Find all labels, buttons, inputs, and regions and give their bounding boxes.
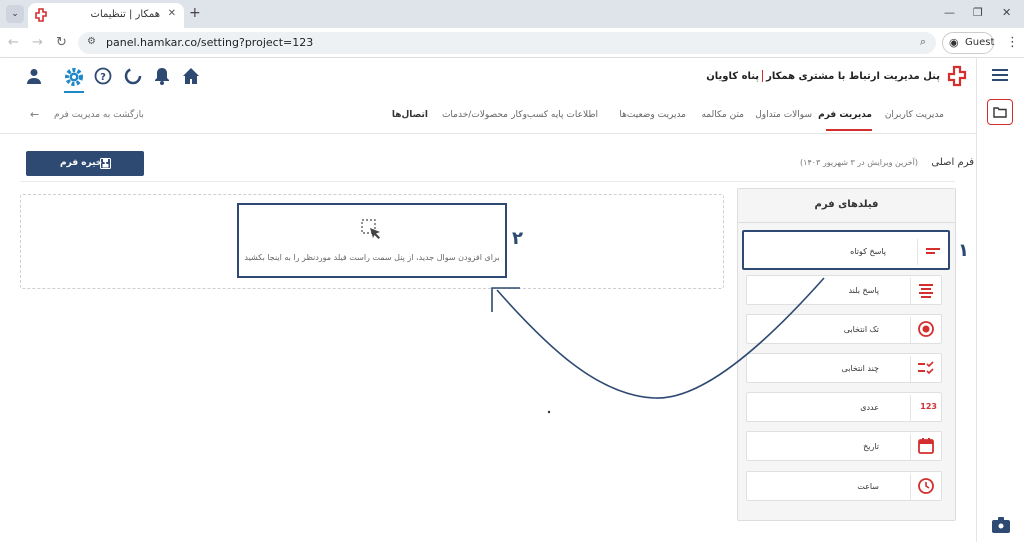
brand-title: پنل مدیریت ارتباط با مشتری همکار پناه کاو… [706, 70, 940, 82]
site-info-icon[interactable]: ⚙ [87, 36, 96, 47]
browser-tab[interactable]: همکار | تنظیمات ✕ [28, 3, 184, 28]
profile-icon: ◉ [949, 36, 959, 49]
field-short-answer[interactable]: پاسخ کوتاه [742, 230, 950, 270]
panel-title: فیلدهای فرم [814, 199, 879, 210]
close-window-icon[interactable]: ✕ [1002, 6, 1011, 19]
zoom-icon[interactable]: ⌕ [920, 35, 926, 49]
user-icon[interactable] [25, 67, 43, 85]
field-label: پاسخ بلند [848, 286, 879, 295]
svg-text:?: ? [100, 72, 106, 83]
bell-icon[interactable] [154, 67, 170, 85]
brand-title-text: پنل مدیریت ارتباط با مشتری همکار [766, 71, 940, 82]
close-tab-icon[interactable]: ✕ [168, 8, 176, 19]
tab-title: همکار | تنظیمات [90, 9, 160, 20]
minimize-icon[interactable]: — [944, 6, 955, 19]
reload-icon[interactable]: ↻ [56, 35, 67, 50]
field-separator [910, 278, 911, 304]
field-label: پاسخ کوتاه [850, 247, 886, 256]
tab-search-button[interactable]: ⌄ [6, 5, 24, 23]
browser-menu-icon[interactable]: ⋮ [1006, 35, 1019, 50]
field-multi-choice[interactable]: چند انتخابی [746, 353, 942, 383]
help-icon[interactable]: ? [94, 67, 112, 85]
settings-subnav: مدیریت کاربران مدیریت فرم سوالات متداول … [0, 96, 976, 134]
field-long-answer[interactable]: پاسخ بلند [746, 275, 942, 305]
calendar-icon [918, 438, 934, 454]
right-sidebar [976, 58, 1024, 542]
field-separator [910, 317, 911, 343]
field-number[interactable]: عددی 123 [746, 392, 942, 422]
guest-label: Guest [965, 37, 995, 48]
brand-separator [762, 70, 764, 82]
tab-business-info[interactable]: اطلاعات پایه کسب‌وکار [511, 110, 598, 120]
tab-call-script[interactable]: متن مکالمه [701, 110, 744, 120]
radio-icon [918, 321, 934, 337]
clock-icon [918, 478, 934, 494]
tab-products-services[interactable]: محصولات/خدمات [442, 110, 508, 120]
back-link[interactable]: بازگشت به مدیریت فرم [54, 110, 144, 120]
badge-id-icon[interactable] [991, 516, 1011, 534]
brand-company: پناه کاویان [706, 71, 760, 82]
new-tab-icon[interactable]: + [189, 5, 201, 21]
tab-status-management[interactable]: مدیریت وضعیت‌ها [619, 110, 686, 120]
annotation-step-2: ۲ [512, 228, 523, 249]
save-form-button[interactable]: ذخیره فرم [26, 151, 144, 176]
tab-form-management[interactable]: مدیریت فرم [818, 110, 872, 120]
field-single-choice[interactable]: تک انتخابی [746, 314, 942, 344]
home-icon[interactable] [182, 67, 200, 85]
field-separator [910, 474, 911, 500]
field-label: عددی [860, 403, 879, 412]
number-icon: 123 [920, 402, 937, 411]
address-bar: ← → ↻ ⚙ panel.hamkar.co/setting?project=… [0, 28, 1024, 58]
last-edit-text: (آخرین ویرایش در ۳ شهریور ۱۴۰۳) [800, 158, 918, 167]
guest-profile-button[interactable]: ◉ Guest [942, 32, 994, 54]
folder-icon [993, 107, 1007, 118]
browser-tab-strip: ⌄ همکار | تنظیمات ✕ + — ❐ ✕ [0, 0, 1024, 28]
maximize-icon[interactable]: ❐ [973, 6, 983, 19]
field-label: چند انتخابی [841, 364, 879, 373]
field-separator [910, 395, 911, 421]
floppy-disk-icon [100, 158, 111, 169]
field-date[interactable]: تاریخ [746, 431, 942, 461]
field-label: تک انتخابی [843, 325, 879, 334]
url-input[interactable]: ⚙ panel.hamkar.co/setting?project=123 ⌕ [78, 32, 936, 54]
url-text: panel.hamkar.co/setting?project=123 [106, 36, 314, 49]
active-tab-underline [826, 129, 872, 131]
hamburger-menu-icon[interactable] [992, 69, 1008, 81]
settings-gear-icon[interactable] [64, 67, 84, 87]
field-label: تاریخ [863, 442, 879, 451]
folder-button[interactable] [987, 99, 1013, 125]
field-label: ساعت [857, 482, 879, 491]
field-time[interactable]: ساعت [746, 471, 942, 501]
top-navbar: ? پنل مدیریت ارتباط با مشتری همکار پناه ک… [0, 58, 976, 96]
back-arrow-icon[interactable]: ← [30, 108, 39, 121]
tab-faq[interactable]: سوالات متداول [755, 110, 812, 120]
hamkar-favicon-icon [35, 8, 47, 22]
loading-ring-icon[interactable] [124, 67, 142, 85]
back-nav-icon[interactable]: ← [8, 35, 19, 50]
divider [20, 181, 955, 182]
active-indicator [64, 91, 84, 93]
checklist-icon [918, 361, 934, 375]
field-separator [917, 239, 918, 265]
annotation-step-1: ۱ [958, 240, 969, 261]
drag-drop-icon [361, 219, 380, 239]
short-answer-icon [926, 248, 940, 254]
hamkar-logo-icon [947, 65, 967, 87]
field-separator [910, 434, 911, 460]
dropzone-hint: برای افزودن سوال جدید، از پنل سمت راست ف… [244, 253, 500, 262]
field-separator [910, 356, 911, 382]
tab-user-management[interactable]: مدیریت کاربران [885, 110, 944, 120]
form-title: فرم اصلی [931, 157, 974, 168]
forward-nav-icon[interactable]: → [32, 35, 43, 50]
panel-divider [737, 222, 956, 223]
tab-connections[interactable]: اتصال‌ها [392, 110, 428, 120]
long-answer-icon [919, 284, 933, 298]
